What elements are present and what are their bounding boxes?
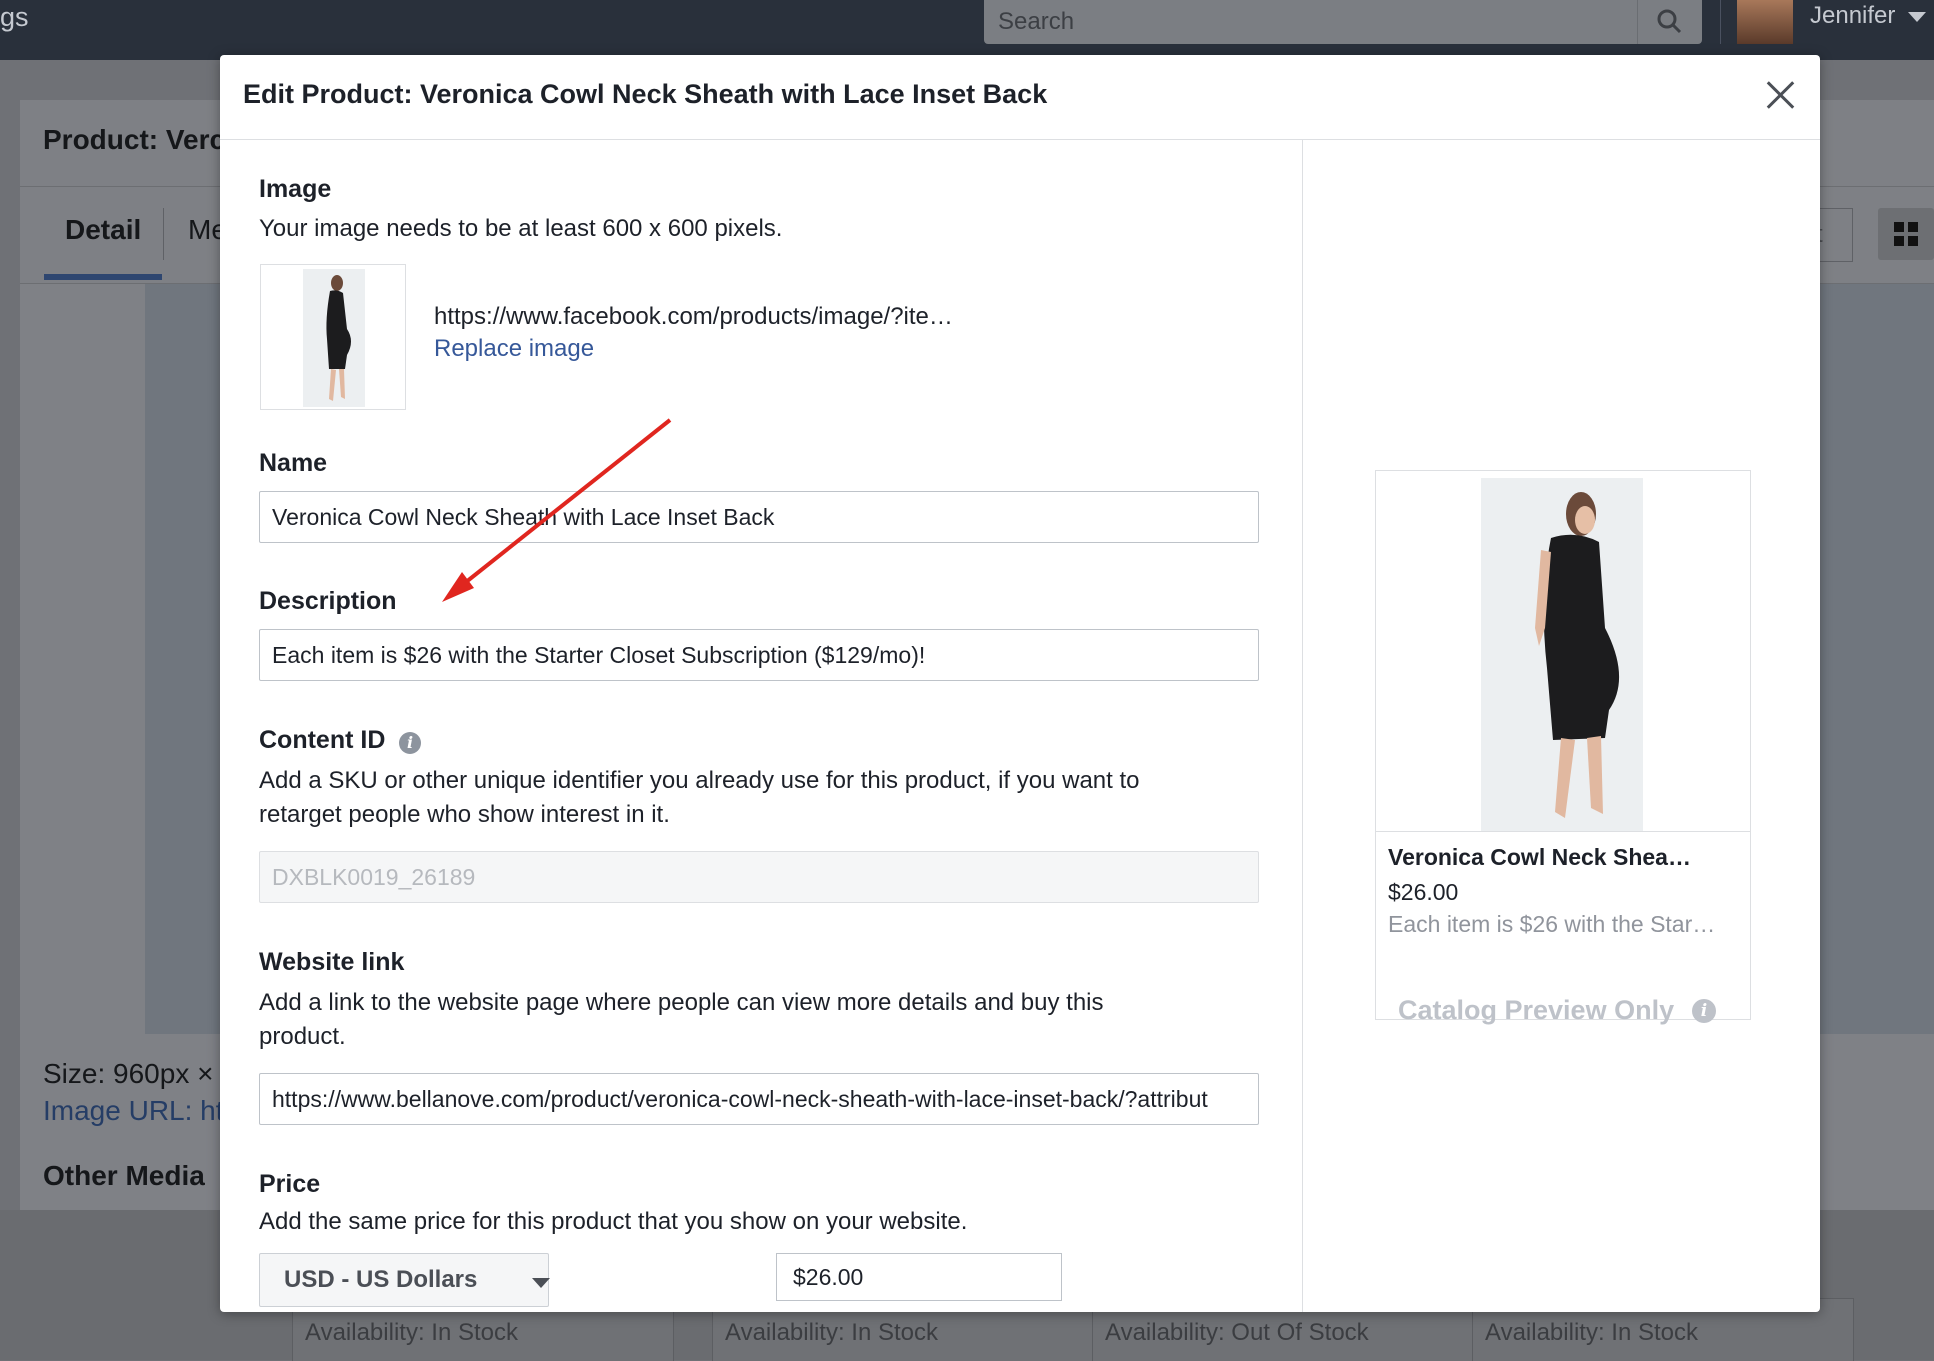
availability-text: Availability: In Stock xyxy=(1485,1319,1698,1346)
replace-image-link[interactable]: Replace image xyxy=(434,335,594,363)
grid-icon-part xyxy=(1908,222,1918,232)
grid-icon xyxy=(1894,222,1904,232)
info-icon[interactable]: i xyxy=(1692,999,1716,1023)
tab-detail[interactable]: Detail xyxy=(65,214,141,246)
background-image-url[interactable]: Image URL: ht xyxy=(43,1095,224,1127)
chevron-down-icon[interactable] xyxy=(1908,12,1926,22)
name-label: Name xyxy=(259,449,328,477)
description-label: Description xyxy=(259,587,397,615)
avatar[interactable] xyxy=(1737,0,1793,44)
price-field[interactable]: $26.00 xyxy=(776,1253,1062,1301)
search-icon xyxy=(1657,9,1682,34)
background-product-title: Product: Verc xyxy=(43,124,226,155)
top-navigation-bar: gs Search Jennifer xyxy=(0,0,1934,60)
product-photo xyxy=(303,269,365,407)
description-field[interactable]: Each item is $26 with the Starter Closet… xyxy=(259,629,1259,681)
search-button[interactable] xyxy=(1637,0,1702,44)
background-other-media: Other Media xyxy=(43,1160,205,1191)
content-id-help-line-2: retarget people who show interest in it. xyxy=(259,801,670,828)
dialog-title: Edit Product: Veronica Cowl Neck Sheath … xyxy=(243,79,1048,109)
preview-product-photo xyxy=(1481,478,1643,832)
tab-separator xyxy=(163,208,164,260)
price-help-text: Add the same price for this product that… xyxy=(259,1208,968,1235)
catalog-preview-note: Catalog Preview Only xyxy=(1398,995,1675,1025)
availability-text: Availability: In Stock xyxy=(305,1319,518,1346)
preview-divider xyxy=(1376,831,1750,832)
website-link-label: Website link xyxy=(259,948,405,976)
column-divider xyxy=(1302,140,1303,1312)
catalog-preview-card: Veronica Cowl Neck Shea… $26.00 Each ite… xyxy=(1375,470,1751,1020)
currency-select[interactable]: USD - US Dollars xyxy=(259,1253,549,1307)
grid-view-button[interactable] xyxy=(1878,208,1934,260)
image-help-text: Your image needs to be at least 600 x 60… xyxy=(259,215,783,242)
website-link-field[interactable]: https://www.bellanove.com/product/veroni… xyxy=(259,1073,1259,1125)
price-label: Price xyxy=(259,1170,321,1198)
availability-text: Availability: In Stock xyxy=(725,1319,938,1346)
preview-product-name: Veronica Cowl Neck Shea… xyxy=(1388,844,1691,870)
preview-product-description: Each item is $26 with the Star… xyxy=(1388,911,1716,937)
edit-product-dialog: Edit Product: Veronica Cowl Neck Sheath … xyxy=(220,55,1820,1312)
close-icon[interactable] xyxy=(1760,75,1800,115)
background-size-text: Size: 960px × xyxy=(43,1058,214,1089)
brand-fragment: gs xyxy=(0,2,29,32)
active-tab-indicator xyxy=(44,274,162,280)
image-label: Image xyxy=(259,175,332,203)
name-field[interactable]: Veronica Cowl Neck Sheath with Lace Inse… xyxy=(259,491,1259,543)
chevron-down-icon[interactable] xyxy=(532,1278,550,1288)
content-id-field: DXBLK0019_26189 xyxy=(259,851,1259,903)
dialog-header: Edit Product: Veronica Cowl Neck Sheath … xyxy=(220,55,1820,140)
search-input[interactable]: Search xyxy=(984,0,1702,44)
grid-icon-part xyxy=(1894,236,1904,246)
currency-selected-value: USD - US Dollars xyxy=(284,1266,478,1293)
website-link-help-line-1: Add a link to the website page where peo… xyxy=(259,989,1104,1016)
content-id-help-line-1: Add a SKU or other unique identifier you… xyxy=(259,767,1140,794)
search-placeholder: Search xyxy=(998,8,1075,35)
preview-product-price: $26.00 xyxy=(1388,879,1459,905)
info-icon[interactable]: i xyxy=(399,732,421,754)
product-image-thumbnail xyxy=(260,264,406,410)
website-link-help-line-2: product. xyxy=(259,1023,346,1050)
topbar-divider xyxy=(1720,0,1721,44)
availability-text: Availability: Out Of Stock xyxy=(1105,1319,1369,1346)
image-url: https://www.facebook.com/products/image/… xyxy=(434,303,953,330)
content-id-label: Content ID xyxy=(259,726,386,754)
user-name[interactable]: Jennifer xyxy=(1810,2,1895,30)
grid-icon-part xyxy=(1908,236,1918,246)
